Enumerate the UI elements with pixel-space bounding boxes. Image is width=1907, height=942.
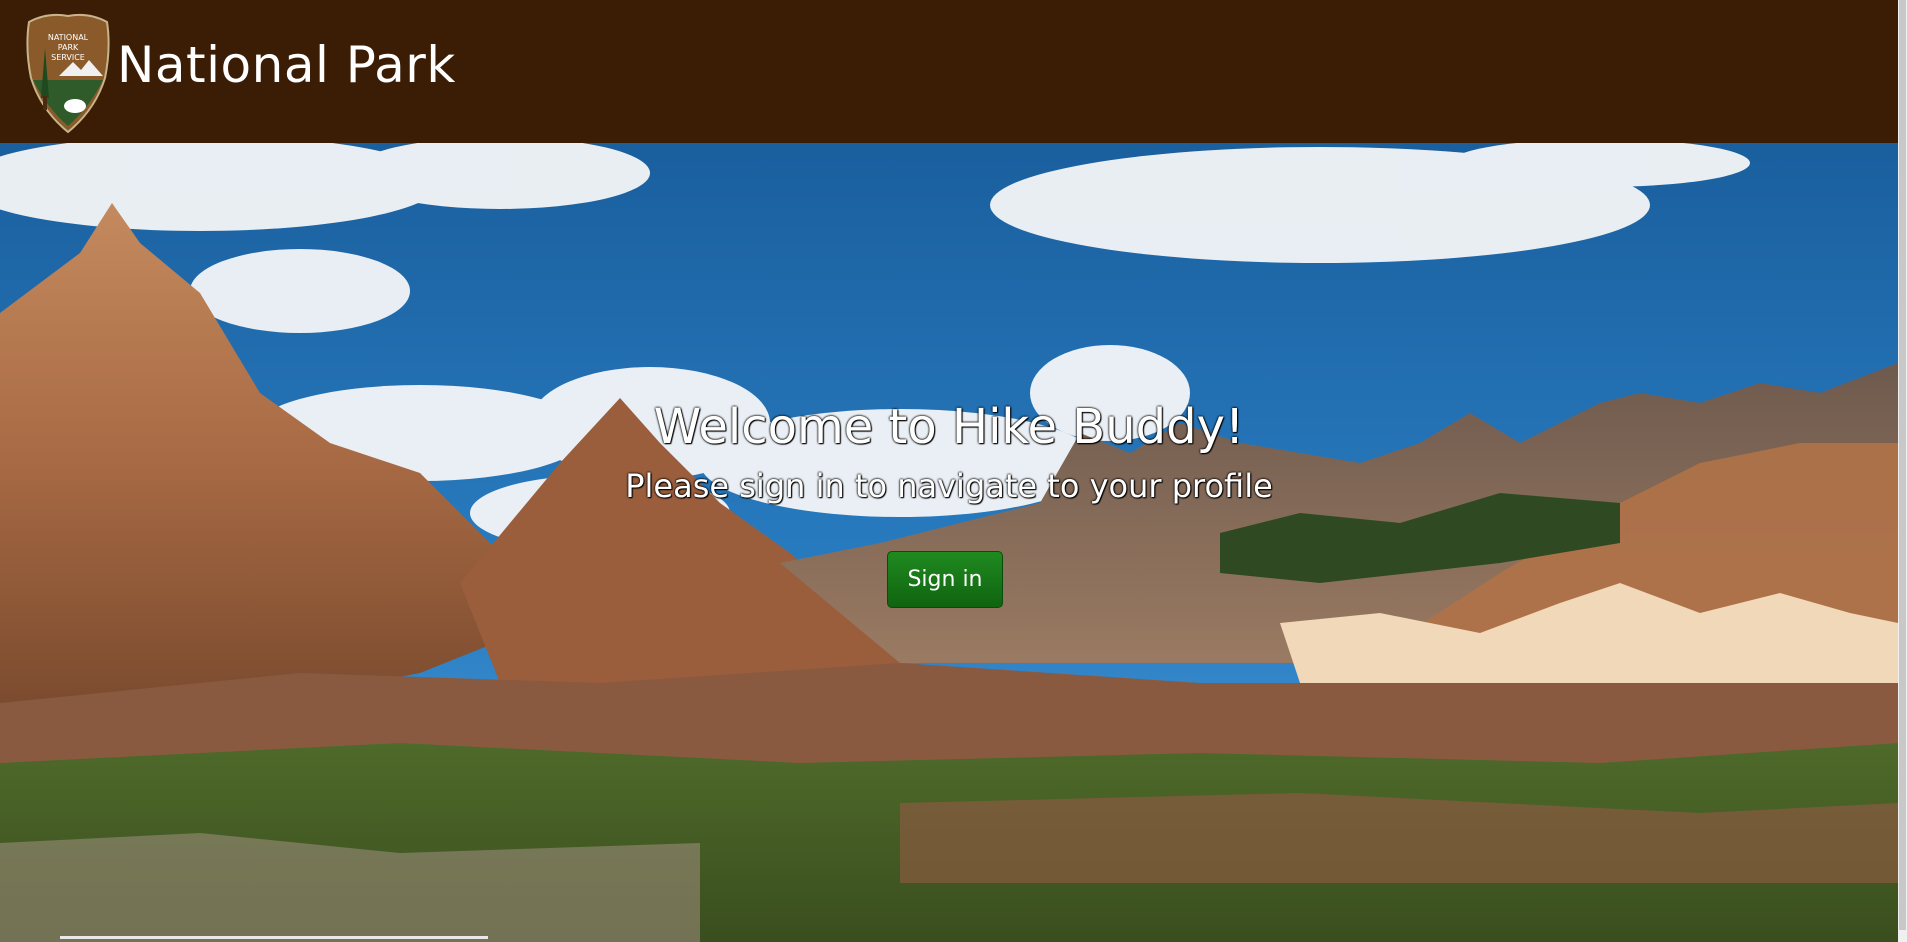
logo-text-park: PARK	[58, 43, 79, 52]
hero-heading: Welcome to Hike Buddy!	[653, 399, 1245, 455]
scrollbar-thumb[interactable]	[1899, 0, 1906, 930]
site-title[interactable]: National Park	[117, 36, 456, 94]
horizontal-scrollbar[interactable]	[60, 936, 488, 939]
navbar: NATIONAL PARK SERVICE National Park	[0, 0, 1898, 143]
logo-text-national: NATIONAL	[48, 33, 89, 42]
badlands-landscape-image	[0, 143, 1898, 942]
hero-subheading: Please sign in to navigate to your profi…	[625, 467, 1273, 505]
vertical-scrollbar[interactable]	[1898, 0, 1907, 942]
hero-section: Welcome to Hike Buddy! Please sign in to…	[0, 143, 1898, 942]
signin-button[interactable]: Sign in	[887, 551, 1003, 608]
logo-text-service: SERVICE	[51, 53, 85, 62]
nps-arrowhead-icon[interactable]: NATIONAL PARK SERVICE	[19, 8, 117, 134]
